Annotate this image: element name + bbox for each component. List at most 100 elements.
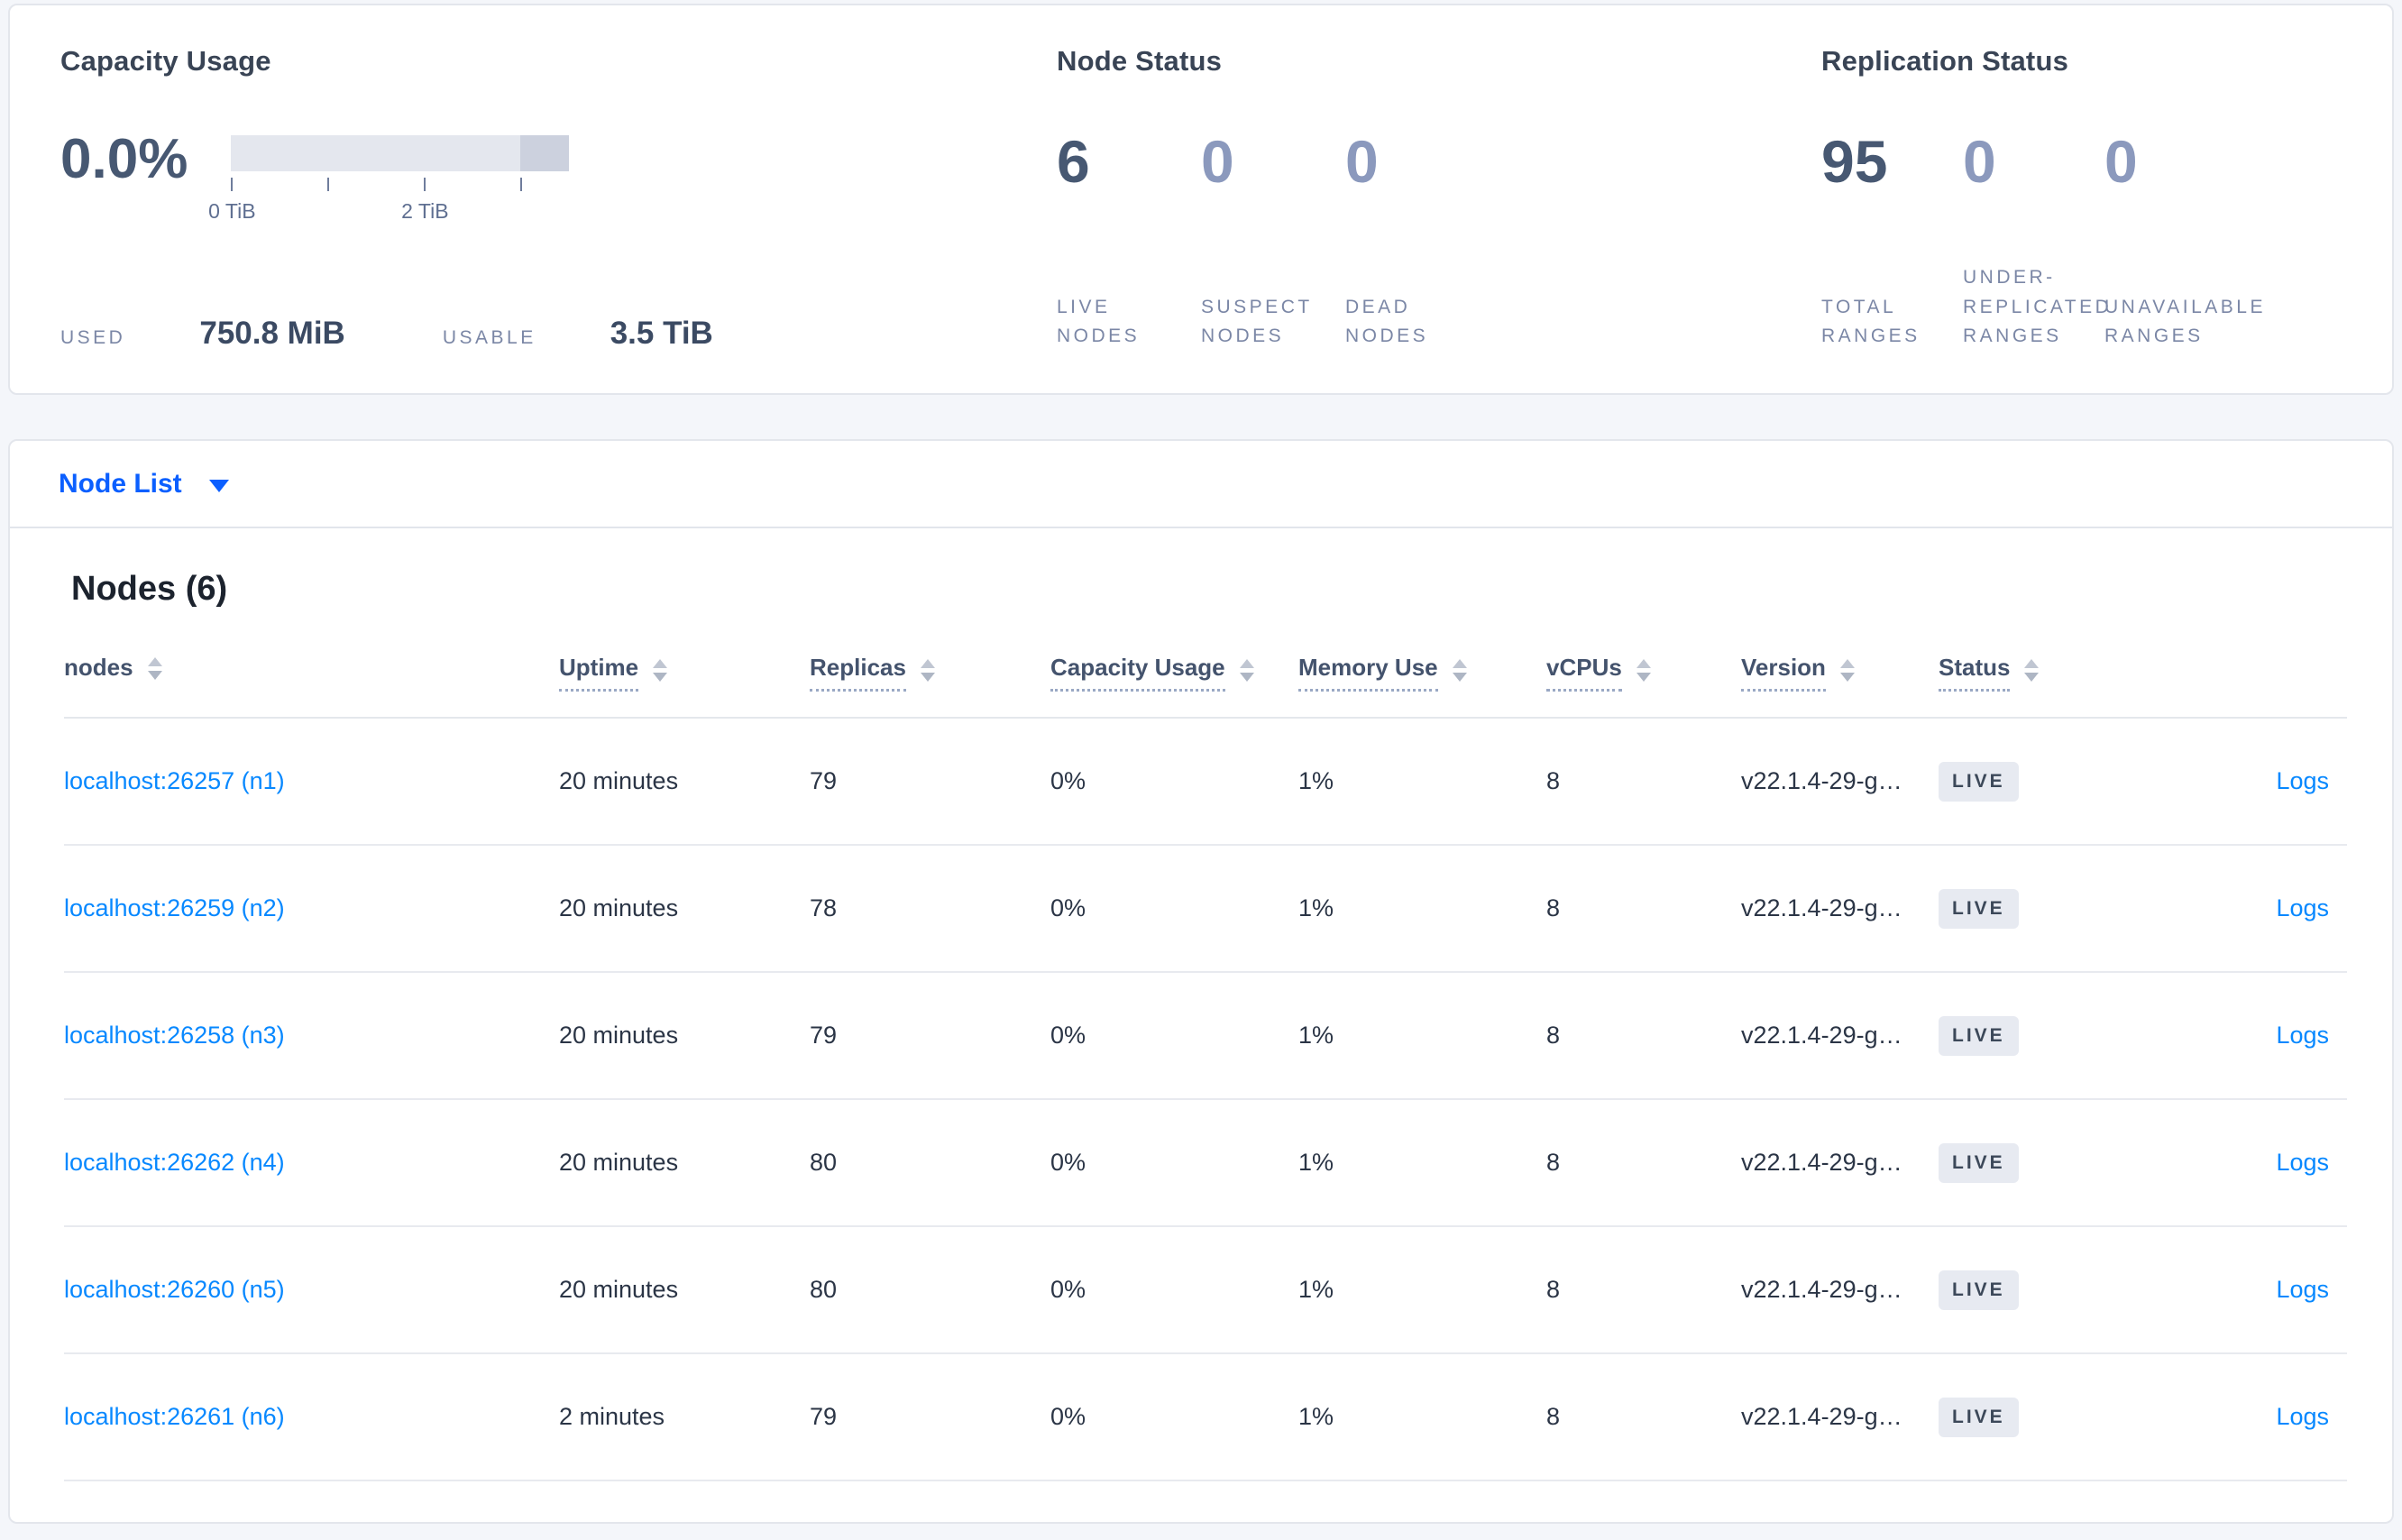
view-selector[interactable]: Node List <box>10 441 2392 528</box>
axis-tick <box>231 178 234 191</box>
node-link[interactable]: localhost:26262 (n4) <box>64 1149 285 1176</box>
node-link[interactable]: localhost:26261 (n6) <box>64 1403 285 1430</box>
node-link[interactable]: localhost:26260 (n5) <box>64 1276 285 1303</box>
used-label: USED <box>60 327 126 348</box>
logs-link[interactable]: Logs <box>2276 894 2329 921</box>
cell-memory: 1% <box>1298 1403 1334 1430</box>
cell-capacity: 0% <box>1050 1149 1086 1176</box>
column-header-label: Memory Use <box>1298 654 1438 692</box>
status-badge: LIVE <box>1939 1142 2019 1183</box>
under-replicated-ranges-label: UNDER-REPLICATED RANGES <box>1963 267 2113 347</box>
table-row: localhost:26262 (n4) 20 minutes 80 0% 1% 8 v22… <box>64 1100 2347 1227</box>
cell-version: v22.1.4-29-g… <box>1741 1149 1902 1176</box>
column-header-capacity[interactable]: Capacity Usage <box>1050 654 1298 692</box>
node-status-title: Node Status <box>1057 45 1223 77</box>
sort-icon <box>1839 658 1855 682</box>
status-badge: LIVE <box>1939 888 2019 929</box>
node-link[interactable]: localhost:26259 (n2) <box>64 894 285 921</box>
logs-link[interactable]: Logs <box>2276 1276 2329 1303</box>
cell-memory: 1% <box>1298 1149 1334 1176</box>
axis-tick <box>520 178 523 191</box>
cell-replicas: 80 <box>810 1149 838 1176</box>
cell-uptime: 20 minutes <box>559 894 679 921</box>
status-badge: LIVE <box>1939 1015 2019 1056</box>
total-ranges-label: TOTAL RANGES <box>1821 296 1921 347</box>
cell-memory: 1% <box>1298 894 1334 921</box>
cell-version: v22.1.4-29-g… <box>1741 1403 1902 1430</box>
column-header-vcpus[interactable]: vCPUs <box>1546 654 1741 692</box>
capacity-bar-segment <box>520 135 570 171</box>
replication-status-card: Replication Status 95 TOTAL RANGES 0 UND… <box>1821 45 2392 352</box>
node-status-card: Node Status 6 LIVE NODES 0 SUSPECT NODES… <box>1057 45 1821 352</box>
cell-node: localhost:26260 (n5) <box>64 1276 559 1304</box>
table-row: localhost:26258 (n3) 20 minutes 79 0% 1% 8 v22… <box>64 973 2347 1100</box>
column-header-status[interactable]: Status <box>1939 654 2149 692</box>
cell-status: LIVE <box>1939 888 2149 929</box>
node-link[interactable]: localhost:26257 (n1) <box>64 767 285 794</box>
column-header-node[interactable]: nodes <box>64 654 559 689</box>
usable-label: USABLE <box>442 327 536 348</box>
cell-node: localhost:26259 (n2) <box>64 894 559 922</box>
unavailable-ranges-label: UNAVAILABLE RANGES <box>2104 296 2266 347</box>
cell-capacity: 0% <box>1050 767 1086 794</box>
cell-version: v22.1.4-29-g… <box>1741 894 1902 921</box>
table-row: localhost:26257 (n1) 20 minutes 79 0% 1% 8 v22… <box>64 719 2347 846</box>
cluster-summary-panel: Capacity Usage 0.0% 0 TiB 2 TiB USED 750… <box>8 4 2394 395</box>
live-nodes-value: 6 <box>1057 128 1090 195</box>
column-header-label: Uptime <box>559 654 639 692</box>
cell-vcpus: 8 <box>1546 1276 1561 1303</box>
used-value: 750.8 MiB <box>199 316 345 351</box>
unavailable-ranges-value: 0 <box>2104 128 2138 195</box>
axis-tick-label: 0 TiB <box>208 199 256 223</box>
cell-vcpus: 8 <box>1546 1403 1561 1430</box>
suspect-nodes-stat: 0 SUSPECT NODES <box>1201 132 1345 352</box>
cell-logs: Logs <box>2149 1149 2347 1177</box>
nodes-table-title: Nodes (6) <box>71 570 228 608</box>
cell-version: v22.1.4-29-g… <box>1741 1022 1902 1049</box>
sort-icon <box>1452 658 1467 682</box>
cell-memory: 1% <box>1298 1276 1334 1303</box>
capacity-usage-card: Capacity Usage 0.0% 0 TiB 2 TiB USED 750… <box>60 45 1057 352</box>
column-header-memory[interactable]: Memory Use <box>1298 654 1546 692</box>
sort-icon <box>1239 658 1254 682</box>
axis-tick <box>327 178 330 191</box>
cell-vcpus: 8 <box>1546 767 1561 794</box>
cell-uptime: 20 minutes <box>559 767 679 794</box>
total-ranges-value: 95 <box>1821 128 1888 195</box>
dead-nodes-stat: 0 DEAD NODES <box>1345 132 1490 352</box>
suspect-nodes-label: SUSPECT NODES <box>1201 296 1313 347</box>
unavailable-ranges-stat: 0 UNAVAILABLE RANGES <box>2104 132 2294 352</box>
logs-link[interactable]: Logs <box>2276 767 2329 794</box>
cell-vcpus: 8 <box>1546 894 1561 921</box>
column-header-uptime[interactable]: Uptime <box>559 654 810 692</box>
column-header-replicas[interactable]: Replicas <box>810 654 1050 692</box>
capacity-bar: 0 TiB 2 TiB <box>208 135 570 225</box>
node-link[interactable]: localhost:26258 (n3) <box>64 1022 285 1049</box>
column-header-version[interactable]: Version <box>1741 654 1939 692</box>
table-row: localhost:26261 (n6) 2 minutes 79 0% 1% 8 v22.… <box>64 1354 2347 1481</box>
cell-node: localhost:26262 (n4) <box>64 1149 559 1177</box>
table-body: localhost:26257 (n1) 20 minutes 79 0% 1% 8 v22… <box>64 719 2347 1481</box>
cell-version: v22.1.4-29-g… <box>1741 767 1902 794</box>
replication-status-title: Replication Status <box>1821 45 2069 77</box>
capacity-bar-track <box>231 135 570 171</box>
dead-nodes-label: DEAD NODES <box>1345 296 1429 347</box>
node-list-panel: Node List Nodes (6) nodes Uptime Replicas C… <box>8 439 2394 1524</box>
cell-logs: Logs <box>2149 1022 2347 1050</box>
logs-link[interactable]: Logs <box>2276 1149 2329 1176</box>
suspect-nodes-value: 0 <box>1201 128 1234 195</box>
sort-icon <box>1636 658 1651 682</box>
status-badge: LIVE <box>1939 1397 2019 1437</box>
sort-icon <box>2024 658 2040 682</box>
nodes-table-section: Nodes (6) nodes Uptime Replicas Capacity Us… <box>10 570 2392 1517</box>
cell-replicas: 79 <box>810 1403 838 1430</box>
sort-icon <box>920 658 935 682</box>
column-header-label: Replicas <box>810 654 906 692</box>
cell-capacity: 0% <box>1050 894 1086 921</box>
logs-link[interactable]: Logs <box>2276 1403 2329 1430</box>
column-header-label: vCPUs <box>1546 654 1622 692</box>
cell-version: v22.1.4-29-g… <box>1741 1276 1902 1303</box>
axis-tick <box>424 178 426 191</box>
cell-status: LIVE <box>1939 1397 2149 1437</box>
logs-link[interactable]: Logs <box>2276 1022 2329 1049</box>
